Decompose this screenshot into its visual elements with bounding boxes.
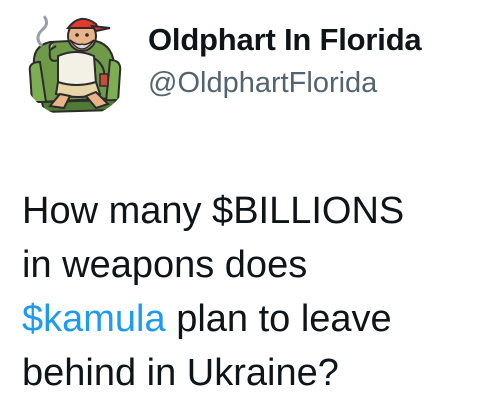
tweet-card: Oldphart In Florida @OldphartFlorida How… [0, 0, 500, 417]
tweet-text-fragment: plan to leave [165, 298, 392, 340]
user-handle[interactable]: @OldphartFlorida [148, 67, 377, 100]
tweet-text: How many $BILLIONS in weapons does $kamu… [22, 184, 492, 400]
tweet-text-line: How many $BILLIONS [22, 190, 405, 232]
tweet-text-line: $kamula plan to leave [22, 292, 492, 346]
avatar[interactable] [20, 6, 132, 118]
cashtag-link[interactable]: $kamula [22, 298, 166, 340]
tweet-text-line: in weapons does [22, 244, 308, 286]
tweet-text-line: behind in Ukraine? [22, 352, 339, 394]
display-name[interactable]: Oldphart In Florida [148, 22, 422, 58]
cartoon-old-man-armchair-avatar [28, 15, 122, 114]
